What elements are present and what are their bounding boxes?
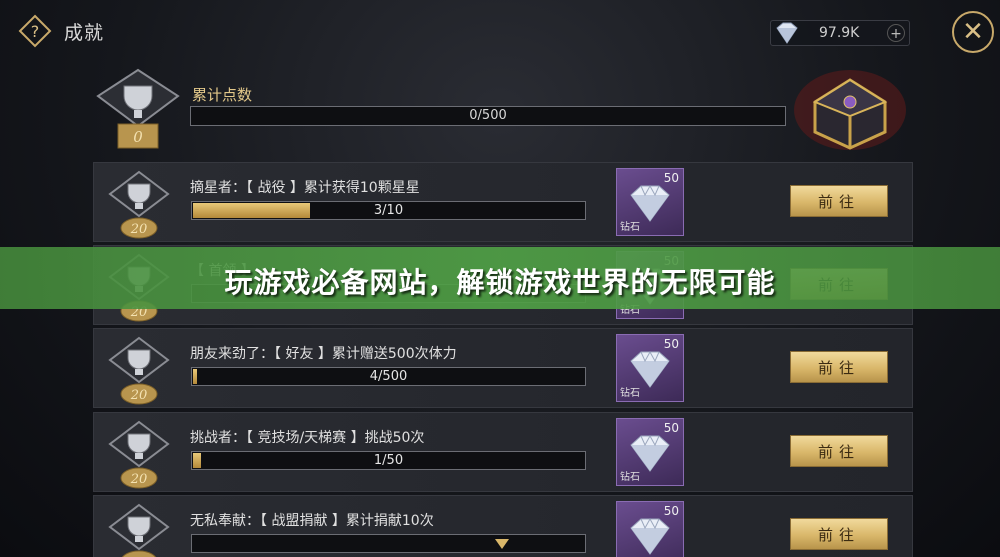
help-diamond-icon: ? [18, 14, 52, 48]
diamond-icon [630, 350, 670, 388]
points-progress-text: 0/500 [469, 108, 507, 123]
achievement-title: 无私奉献：【 战盟捐献 】累计捐献10次 [190, 513, 434, 529]
diamond-icon [776, 22, 798, 44]
achievement-progress-bar: 3/10 [191, 201, 586, 220]
reward-item[interactable]: 50 [616, 501, 684, 557]
achievement-title: 挑战者：【 竞技场/天梯赛 】挑战50次 [190, 430, 425, 446]
reward-name: 钻石 [620, 472, 640, 483]
achievement-progress-bar: 4/500 [191, 367, 586, 386]
reward-name: 钻石 [620, 222, 640, 233]
trophy-icon: 20 [108, 336, 170, 405]
close-button[interactable]: ✕ [952, 11, 994, 53]
achievement-progress-bar [191, 534, 586, 553]
achievement-row: 20 摘星者：【 战役 】累计获得10颗星星 3/10 50 钻石 前往 [93, 162, 913, 242]
diamond-icon [630, 434, 670, 472]
reward-name: 钻石 [620, 388, 640, 399]
achievement-progress-text: 4/500 [369, 369, 408, 384]
achievement-progress-bar: 1/50 [191, 451, 586, 470]
overlay-banner: 玩游戏必备网站，解锁游戏世界的无限可能 [0, 247, 1000, 309]
go-button[interactable]: 前往 [790, 185, 888, 217]
achievement-row: 20 朋友来劲了：【 好友 】累计赠送500次体力 4/500 50 钻石 前往 [93, 328, 913, 408]
go-button[interactable]: 前往 [790, 518, 888, 550]
go-button[interactable]: 前往 [790, 435, 888, 467]
top-bar: ? 成就 97.9K + ✕ [0, 0, 1000, 62]
summary-badge-value: 0 [133, 128, 143, 146]
achievement-progress-text: 1/50 [373, 453, 404, 468]
diamond-icon [630, 517, 670, 555]
diamond-currency: 97.9K + [770, 20, 910, 46]
achievement-list: 20摘星者：【 战役 】累计获得10颗星星3/1050钻石前往20【 首领 】5… [93, 162, 913, 557]
row-badge: 20 [130, 388, 148, 403]
add-currency-button[interactable]: + [887, 24, 905, 42]
banner-text: 玩游戏必备网站，解锁游戏世界的无限可能 [224, 266, 776, 299]
reward-item[interactable]: 50钻石 [616, 334, 684, 402]
row-badge: 20 [130, 472, 148, 487]
achievement-title: 摘星者：【 战役 】累计获得10颗星星 [190, 180, 420, 196]
points-label: 累计点数 [192, 86, 253, 104]
achievement-progress-text: 3/10 [373, 203, 404, 218]
back-button[interactable]: ? [18, 14, 52, 48]
trophy-icon: 20 [108, 170, 170, 239]
trophy-icon [108, 503, 170, 557]
go-button[interactable]: 前往 [790, 351, 888, 383]
currency-amount: 97.9K [819, 25, 860, 41]
diamond-icon [630, 184, 670, 222]
trophy-icon: 0 [96, 68, 180, 149]
trophy-icon: 20 [108, 420, 170, 489]
scroll-down-icon[interactable] [494, 538, 510, 550]
svg-text:?: ? [31, 22, 40, 41]
points-summary: 0 累计点数 0/500 [90, 62, 910, 157]
page-title: 成就 [64, 22, 105, 44]
reward-item[interactable]: 50钻石 [616, 168, 684, 236]
reward-item[interactable]: 50钻石 [616, 418, 684, 486]
achievement-title: 朋友来劲了：【 好友 】累计赠送500次体力 [190, 346, 457, 362]
points-progress-bar: 0/500 [190, 106, 786, 126]
row-badge: 20 [130, 222, 148, 237]
treasure-chest-icon[interactable] [790, 62, 910, 154]
achievement-row: 20 挑战者：【 竞技场/天梯赛 】挑战50次 1/50 50 钻石 前往 [93, 412, 913, 492]
achievement-screen: ? 成就 97.9K + ✕ 0 累计点数 0/500 20 摘星者：【 战役 … [0, 0, 1000, 557]
